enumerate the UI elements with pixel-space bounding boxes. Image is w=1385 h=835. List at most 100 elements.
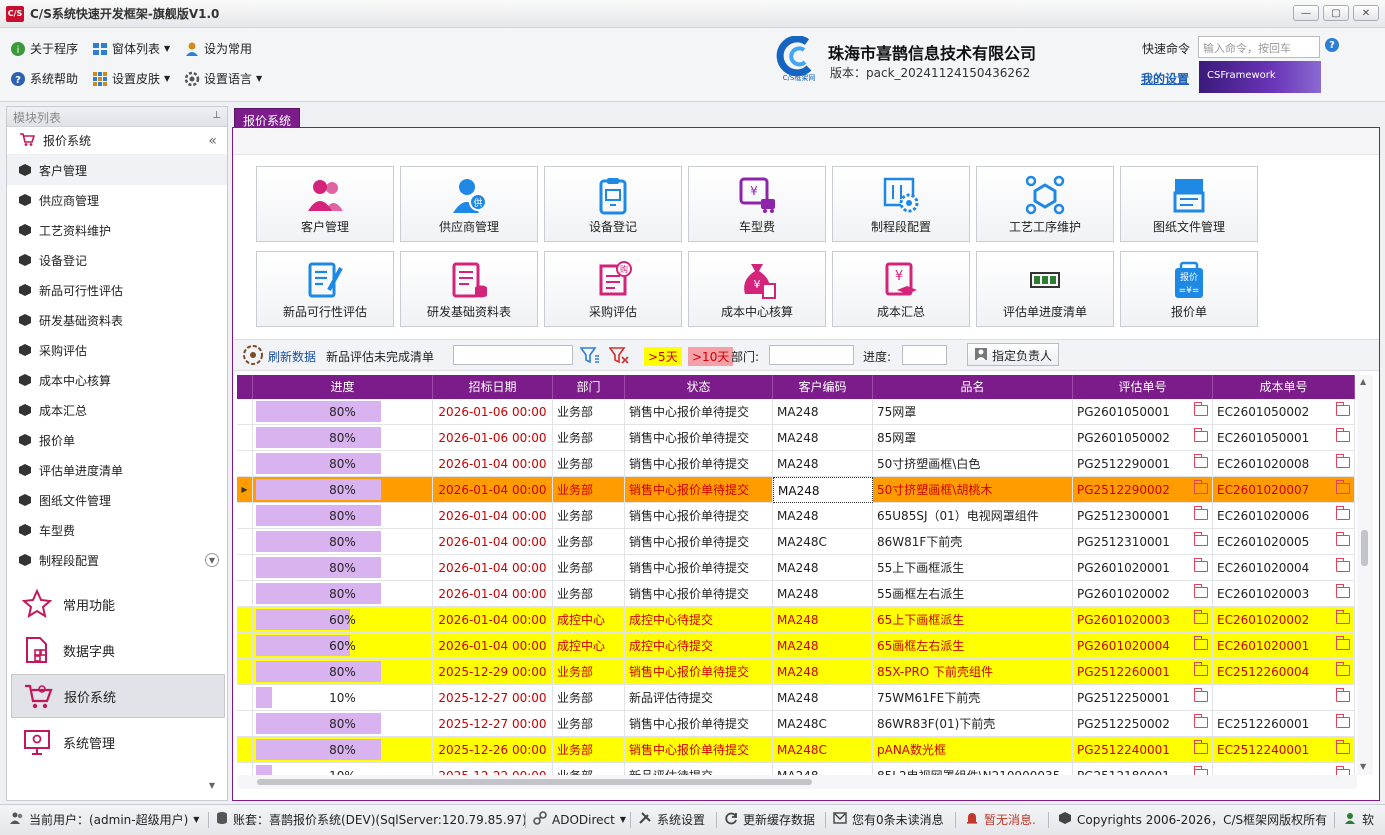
folder-icon[interactable] — [1193, 610, 1208, 624]
sidebar-item[interactable]: 制程段配置 — [7, 545, 227, 575]
folder-icon[interactable] — [1335, 688, 1350, 702]
column-header[interactable]: 品名 — [873, 375, 1073, 399]
table-row[interactable]: 60% 2026-01-04 00:00 成控中心 成控中心待提交 MA248 65画框左… — [237, 633, 1355, 659]
date-cell[interactable]: 2025-12-29 00:00 — [433, 659, 553, 685]
column-header[interactable]: 招标日期 — [433, 375, 553, 399]
dept-cell[interactable]: 业务部 — [553, 399, 625, 425]
module-tile[interactable]: ¥ 车型费 — [688, 166, 826, 242]
date-cell[interactable]: 2026-01-04 00:00 — [433, 503, 553, 529]
over-5-days-tag[interactable]: >5天 — [644, 347, 682, 366]
cost-no-cell[interactable]: EC2512260004 — [1213, 659, 1355, 685]
row-indicator[interactable] — [237, 399, 253, 425]
row-indicator[interactable] — [237, 737, 253, 763]
category-dictionary[interactable]: 数据字典 — [11, 628, 225, 672]
pin-icon[interactable]: ⊥ — [212, 110, 221, 121]
sidebar-item[interactable]: 采购评估 — [7, 335, 227, 365]
table-row[interactable]: 10%2025-12-22 00:00业务部新品评估待提交MA24885L2电视… — [237, 763, 1355, 775]
folder-icon[interactable] — [1193, 532, 1208, 546]
folder-icon[interactable] — [1193, 662, 1208, 676]
refresh-icon[interactable] — [242, 344, 264, 369]
category-common[interactable]: 常用功能 — [11, 582, 225, 626]
product-name-cell[interactable]: 86WR83F(01)下前壳 — [873, 711, 1073, 737]
customer-code-cell[interactable]: MA248 — [773, 399, 873, 425]
product-name-cell[interactable]: 65画框左右派生 — [873, 633, 1073, 659]
date-cell[interactable]: 2026-01-06 00:00 — [433, 399, 553, 425]
cost-no-cell[interactable]: EC2601020006 — [1213, 503, 1355, 529]
customer-code-cell[interactable]: MA248C — [773, 711, 873, 737]
eval-no-cell[interactable]: PG2512180001 — [1073, 763, 1213, 775]
cost-no-cell[interactable]: EC2601050001 — [1213, 425, 1355, 451]
customer-code-cell[interactable]: MA248 — [773, 659, 873, 685]
module-tile[interactable]: ¥ 成本汇总 — [832, 251, 970, 327]
sidebar-item[interactable]: 成本中心核算 — [7, 365, 227, 395]
row-indicator[interactable] — [237, 659, 253, 685]
assign-owner-button[interactable]: 指定负责人 — [967, 343, 1060, 366]
module-tile[interactable]: 评估单进度清单 — [976, 251, 1114, 327]
sidebar-item[interactable]: 工艺资料维护 — [7, 215, 227, 245]
dept-cell[interactable]: 成控中心 — [553, 633, 625, 659]
column-header[interactable]: 进度 — [253, 375, 433, 399]
table-row[interactable]: 80% 2026-01-04 00:00 业务部 销售中心报价单待提交 MA248C 86… — [237, 529, 1355, 555]
eval-no-cell[interactable]: PG2601020003 — [1073, 607, 1213, 633]
eval-no-cell[interactable]: PG2601050001 — [1073, 399, 1213, 425]
question-icon[interactable]: ? — [1325, 38, 1339, 52]
status-cell[interactable]: 销售中心报价单待提交 — [625, 425, 773, 451]
status-cell[interactable]: 销售中心报价单待提交 — [625, 555, 773, 581]
status-cell[interactable]: 销售中心报价单待提交 — [625, 451, 773, 477]
date-cell[interactable]: 2026-01-04 00:00 — [433, 581, 553, 607]
eval-no-cell[interactable]: PG2601020001 — [1073, 555, 1213, 581]
status-cell[interactable]: 销售中心报价单待提交 — [625, 581, 773, 607]
table-row[interactable]: 80% 2026-01-04 00:00 业务部 销售中心报价单待提交 MA248 55上… — [237, 555, 1355, 581]
folder-icon[interactable] — [1193, 402, 1208, 416]
column-header[interactable]: 客户编码 — [773, 375, 873, 399]
module-tile[interactable]: 制程段配置 — [832, 166, 970, 242]
restore-button[interactable]: ▢ — [1323, 5, 1349, 21]
row-indicator[interactable] — [237, 633, 253, 659]
product-name-cell[interactable]: 65U85SJ（01）电视网罩组件 — [873, 503, 1073, 529]
date-cell[interactable]: 2025-12-27 00:00 — [433, 711, 553, 737]
dept-cell[interactable]: 业务部 — [553, 503, 625, 529]
module-tile[interactable]: 客户管理 — [256, 166, 394, 242]
folder-icon[interactable] — [1335, 584, 1350, 598]
product-name-cell[interactable]: 75网罩 — [873, 399, 1073, 425]
sidebar-item[interactable]: 设备登记 — [7, 245, 227, 275]
skin-button[interactable]: 设置皮肤 ▼ — [92, 70, 170, 87]
status-cell[interactable]: 新品评估待提交 — [625, 763, 773, 775]
folder-icon[interactable] — [1335, 402, 1350, 416]
collapse-icon[interactable]: « — [208, 133, 217, 149]
date-cell[interactable]: 2026-01-04 00:00 — [433, 477, 553, 503]
row-indicator[interactable] — [237, 451, 253, 477]
row-indicator[interactable] — [237, 607, 253, 633]
folder-icon[interactable] — [1193, 584, 1208, 598]
sidebar-item[interactable]: 车型费 — [7, 515, 227, 545]
cost-no-cell[interactable]: EC2601020008 — [1213, 451, 1355, 477]
module-tile[interactable]: 工艺工序维护 — [976, 166, 1114, 242]
row-indicator[interactable] — [237, 529, 253, 555]
folder-icon[interactable] — [1335, 610, 1350, 624]
table-row[interactable]: 10% 2025-12-27 00:00 业务部 新品评估待提交 MA248 75WM61… — [237, 685, 1355, 711]
sidebar-item[interactable]: 成本汇总 — [7, 395, 227, 425]
cost-no-cell[interactable]: EC2601020005 — [1213, 529, 1355, 555]
dept-cell[interactable]: 业务部 — [553, 451, 625, 477]
close-button[interactable]: ✕ — [1353, 5, 1379, 21]
table-row[interactable]: 60% 2026-01-04 00:00 成控中心 成控中心待提交 MA248 65上下画… — [237, 607, 1355, 633]
cost-no-cell[interactable]: EC2512240001 — [1213, 737, 1355, 763]
folder-icon[interactable] — [1193, 740, 1208, 754]
cost-no-cell[interactable]: EC2601050002 — [1213, 399, 1355, 425]
module-tile[interactable]: 研发基础资料表 — [400, 251, 538, 327]
folder-icon[interactable] — [1335, 662, 1350, 676]
search-input[interactable] — [453, 345, 573, 365]
eval-no-cell[interactable]: PG2512260001 — [1073, 659, 1213, 685]
vertical-scroll-thumb[interactable] — [1361, 530, 1368, 566]
date-cell[interactable]: 2026-01-04 00:00 — [433, 633, 553, 659]
window-list-button[interactable]: 窗体列表 ▼ — [92, 40, 170, 57]
row-indicator[interactable] — [237, 581, 253, 607]
folder-icon[interactable] — [1335, 454, 1350, 468]
eval-no-cell[interactable]: PG2512250002 — [1073, 711, 1213, 737]
cost-no-cell[interactable] — [1213, 763, 1355, 775]
customer-code-cell[interactable]: MA248 — [773, 607, 873, 633]
dept-cell[interactable]: 业务部 — [553, 659, 625, 685]
table-row[interactable]: 80% 2026-01-04 00:00 业务部 销售中心报价单待提交 MA248 65U… — [237, 503, 1355, 529]
sidebar-item[interactable]: 供应商管理 — [7, 185, 227, 215]
dept-cell[interactable]: 业务部 — [553, 425, 625, 451]
